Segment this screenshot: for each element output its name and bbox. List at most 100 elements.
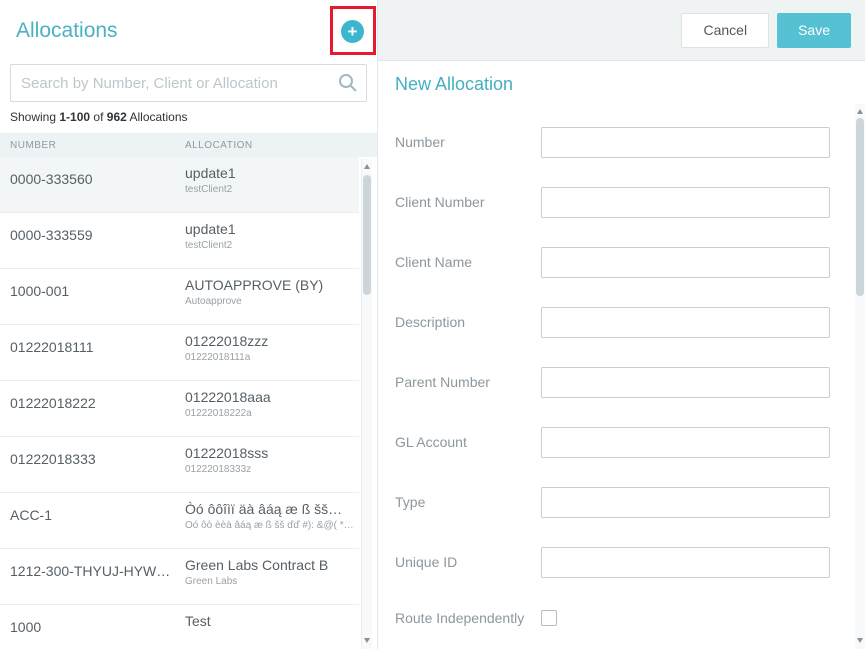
form-scrollbar[interactable] xyxy=(855,104,865,649)
field-input[interactable] xyxy=(541,187,830,218)
new-allocation-form: New Allocation Number Client Number Clie… xyxy=(378,61,865,649)
allocation-list-item[interactable]: 1212-300-THYUJ-HYW… Green Labs Contract … xyxy=(0,549,359,605)
allocation-client: testClient2 xyxy=(185,184,357,195)
field-label: Number xyxy=(395,134,541,150)
form-field-row: GL Account xyxy=(395,412,831,472)
scroll-up-icon[interactable] xyxy=(855,106,865,118)
allocation-client: 01222018222a xyxy=(185,408,357,419)
allocation-client: 01222018333z xyxy=(185,464,357,475)
search-icon[interactable] xyxy=(337,72,359,94)
allocation-cell: update1 testClient2 xyxy=(185,213,359,268)
allocation-cell: AUTOAPPROVE (BY) Autoapprove xyxy=(185,269,359,324)
allocation-list-item[interactable]: 01222018111 01222018zzz 01222018111a xyxy=(0,325,359,381)
allocation-list-item[interactable]: 1000-001 AUTOAPPROVE (BY) Autoapprove xyxy=(0,269,359,325)
field-label: Client Name xyxy=(395,254,541,270)
field-input[interactable] xyxy=(541,487,830,518)
field-label: Type xyxy=(395,494,541,510)
field-checkbox[interactable] xyxy=(541,610,557,626)
allocation-client: testClient2 xyxy=(185,240,357,251)
allocation-number: 1000 xyxy=(10,605,185,649)
field-label: Parent Number xyxy=(395,374,541,390)
allocation-cell: 01222018aaa 01222018222a xyxy=(185,381,359,436)
allocation-list-item[interactable]: 1000 Test xyxy=(0,605,359,649)
field-label: Description xyxy=(395,314,541,330)
page-title: Allocations xyxy=(16,19,118,43)
list-scrollbar-thumb[interactable] xyxy=(363,175,371,295)
allocation-number: 01222018333 xyxy=(10,437,185,492)
allocation-name: 01222018aaa xyxy=(185,389,357,405)
search-input[interactable] xyxy=(10,64,367,102)
allocation-number: 1212-300-THYUJ-HYW… xyxy=(10,549,185,604)
allocation-list-item[interactable]: 0000-333559 update1 testClient2 xyxy=(0,213,359,269)
allocation-number: 0000-333559 xyxy=(10,213,185,268)
field-label: Unique ID xyxy=(395,554,541,570)
field-input[interactable] xyxy=(541,127,830,158)
allocation-client: Autoapprove xyxy=(185,296,357,307)
form-field-row: Unique ID xyxy=(395,532,831,592)
allocation-name: 01222018zzz xyxy=(185,333,357,349)
form-toolbar: Cancel Save xyxy=(378,0,865,61)
list-scrollbar[interactable] xyxy=(361,159,372,649)
search-bar xyxy=(10,64,367,102)
summary-range: 1-100 xyxy=(59,110,90,124)
field-input[interactable] xyxy=(541,367,830,398)
allocation-list: 0000-333560 update1 testClient2 0000-333… xyxy=(0,157,377,649)
allocation-list-item[interactable]: 0000-333560 update1 testClient2 xyxy=(0,157,359,213)
field-input[interactable] xyxy=(541,307,830,338)
allocation-name: Òó ôôîìï äà âáą æ ß šš… xyxy=(185,501,357,517)
allocation-cell: 01222018zzz 01222018111a xyxy=(185,325,359,380)
summary-text: Showing xyxy=(10,110,56,124)
allocation-client: 01222018111a xyxy=(185,352,357,363)
form-title: New Allocation xyxy=(395,74,831,95)
cancel-button[interactable]: Cancel xyxy=(681,13,769,48)
allocation-list-item[interactable]: 01222018222 01222018aaa 01222018222a xyxy=(0,381,359,437)
scroll-down-icon[interactable] xyxy=(855,635,865,647)
allocation-cell: update1 testClient2 xyxy=(185,157,359,212)
allocation-name: Test xyxy=(185,613,357,629)
field-label: GL Account xyxy=(395,434,541,450)
allocation-cell: Òó ôôîìï äà âáą æ ß šš… Oó ôò èèà âáą æ … xyxy=(185,493,359,548)
allocation-client: Oó ôò èèà âáą æ ß šš ďď #): &@( *… xyxy=(185,520,357,531)
scroll-up-icon[interactable] xyxy=(362,161,373,173)
left-panel-header: Allocations + xyxy=(0,0,377,62)
allocation-name: 01222018sss xyxy=(185,445,357,461)
allocation-number: 1000-001 xyxy=(10,269,185,324)
add-allocation-button[interactable]: + xyxy=(341,20,364,43)
allocation-name: update1 xyxy=(185,165,357,181)
field-input[interactable] xyxy=(541,547,830,578)
field-input[interactable] xyxy=(541,247,830,278)
new-allocation-panel: Cancel Save New Allocation Number Client… xyxy=(378,0,865,649)
allocation-cell: 01222018sss 01222018333z xyxy=(185,437,359,492)
allocation-number: 01222018222 xyxy=(10,381,185,436)
summary-text: of xyxy=(93,110,103,124)
allocation-name: update1 xyxy=(185,221,357,237)
form-field-row: Route Independently xyxy=(395,592,831,644)
allocation-list-item[interactable]: 01222018333 01222018sss 01222018333z xyxy=(0,437,359,493)
field-label: Client Number xyxy=(395,194,541,210)
allocation-client: Green Labs xyxy=(185,576,357,587)
allocation-cell: Test xyxy=(185,605,359,649)
form-field-row: Description xyxy=(395,292,831,352)
column-header-number: NUMBER xyxy=(10,140,185,151)
list-column-headers: NUMBER ALLOCATION xyxy=(0,133,377,157)
allocation-number: 01222018111 xyxy=(10,325,185,380)
summary-label: Allocations xyxy=(129,110,187,124)
form-field-row: Client Number xyxy=(395,172,831,232)
scroll-down-icon[interactable] xyxy=(362,635,373,647)
allocation-list-item[interactable]: ACC-1 Òó ôôîìï äà âáą æ ß šš… Oó ôò èèà … xyxy=(0,493,359,549)
allocation-number: ACC-1 xyxy=(10,493,185,548)
form-scrollbar-thumb[interactable] xyxy=(856,118,864,296)
allocation-name: Green Labs Contract B xyxy=(185,557,357,573)
field-label: Route Independently xyxy=(395,610,541,626)
save-button[interactable]: Save xyxy=(777,13,851,48)
allocations-app: Allocations + Showing 1-100 of 962 Alloc… xyxy=(0,0,865,649)
allocation-name: AUTOAPPROVE (BY) xyxy=(185,277,357,293)
allocation-list-panel: Allocations + Showing 1-100 of 962 Alloc… xyxy=(0,0,378,649)
plus-icon: + xyxy=(348,22,358,41)
form-field-row: Number xyxy=(395,112,831,172)
form-field-row: Parent Number xyxy=(395,352,831,412)
form-field-row: Type xyxy=(395,472,831,532)
results-summary: Showing 1-100 of 962 Allocations xyxy=(10,110,367,124)
field-input[interactable] xyxy=(541,427,830,458)
column-header-allocation: ALLOCATION xyxy=(185,140,253,151)
